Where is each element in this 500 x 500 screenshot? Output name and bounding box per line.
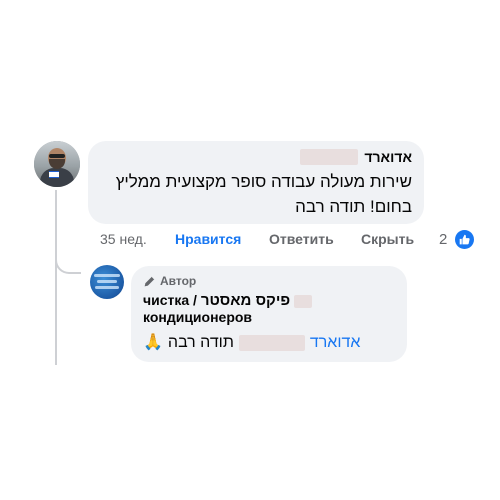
page-avatar[interactable] xyxy=(90,265,124,299)
redacted-name xyxy=(238,335,305,351)
thumbs-up-icon[interactable] xyxy=(455,230,474,249)
author-badge: Автор xyxy=(143,274,395,288)
redacted-name xyxy=(294,294,313,308)
like-button[interactable]: Нравится xyxy=(175,231,241,247)
reply-author[interactable]: чистка / פיקס מאסטר xyxy=(143,292,395,309)
hide-button[interactable]: Скрыть xyxy=(361,231,414,247)
redacted-name xyxy=(300,149,359,165)
reply-author-prefix[interactable]: чистка / xyxy=(143,292,197,308)
pencil-icon xyxy=(144,275,155,286)
author-badge-label: Автор xyxy=(160,274,197,288)
reply-author-suffix[interactable]: кондиционеров xyxy=(143,309,395,326)
comment-text-line: בחום! תודה רבה xyxy=(295,197,412,216)
pray-emoji-icon: 🙏 xyxy=(143,334,163,351)
reaction-count[interactable]: 2 xyxy=(439,231,447,248)
author-name[interactable]: אדוארד xyxy=(364,148,412,166)
comment-text: שירות מעולה עבודה סופר מקצועית ממליץ בחו… xyxy=(100,169,412,219)
reply-button[interactable]: Ответить xyxy=(269,231,334,247)
comment-actions: 35 нед. Нравится Ответить Скрыть 2 xyxy=(96,230,486,249)
comment-author[interactable]: אדוארד xyxy=(100,148,412,166)
reply-text: אדוארד תודה רבה 🙏 xyxy=(143,333,395,353)
reply-bubble: Автор чистка / פיקס מאסטר кондиционеров … xyxy=(131,266,407,362)
comment-text-line: שירות מעולה עבודה סופר מקצועית ממליץ xyxy=(115,172,412,191)
thread-line xyxy=(55,190,57,365)
timestamp[interactable]: 35 нед. xyxy=(100,231,147,247)
reply-author-hebrew[interactable]: פיקס מאסטר xyxy=(201,292,290,309)
comment-bubble: אדוארד שירות מעולה עבודה סופר מקצועית ממ… xyxy=(88,141,424,224)
mention-link[interactable]: אדוארד xyxy=(310,333,361,353)
avatar[interactable] xyxy=(34,141,80,187)
reply-message: תודה רבה xyxy=(167,334,234,351)
thread-connector xyxy=(55,252,81,274)
